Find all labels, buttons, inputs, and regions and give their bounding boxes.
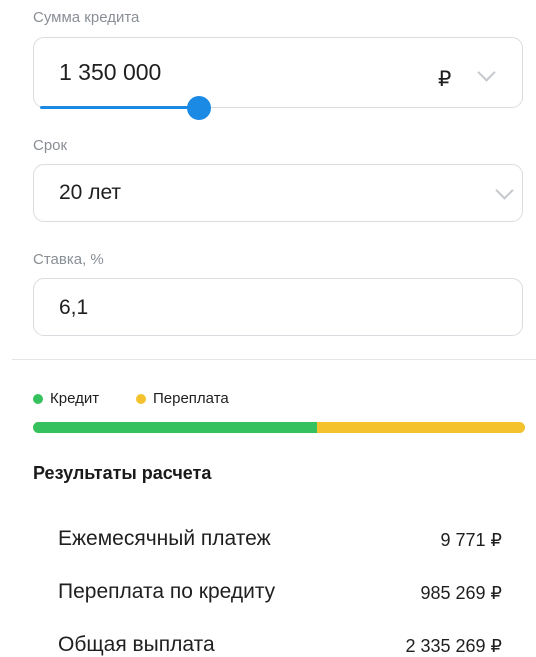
legend-credit-label: Кредит: [50, 390, 100, 407]
legend-overpay-label: Переплата: [153, 390, 229, 407]
amount-field[interactable]: 1 350 000 ₽: [33, 37, 523, 108]
term-select[interactable]: 20 лет: [33, 164, 523, 222]
term-label: Срок: [33, 137, 68, 154]
amount-value[interactable]: 1 350 000: [59, 59, 161, 86]
total-payment-value: 2 335 269 ₽: [405, 636, 502, 656]
amount-slider-handle[interactable]: [187, 96, 211, 120]
legend-overpay: Переплата: [136, 390, 229, 407]
legend-overpay-dot: [136, 393, 146, 404]
term-chevron-down-icon[interactable]: [495, 181, 514, 200]
monthly-payment-value: 9 771 ₽: [440, 530, 503, 550]
amount-label: Сумма кредита: [33, 9, 140, 26]
legend-credit: Кредит: [33, 390, 99, 407]
amount-slider-track[interactable]: [40, 106, 202, 109]
overpayment-value: 985 269 ₽: [420, 583, 502, 603]
legend-credit-dot: [33, 393, 43, 404]
currency-chevron-down-icon[interactable]: [477, 63, 496, 82]
term-value: 20 лет: [59, 181, 122, 204]
total-payment-label: Общая выплата: [58, 633, 215, 656]
results-title: Результаты расчета: [33, 463, 212, 483]
credit-bar-segment: [33, 422, 318, 433]
monthly-payment-label: Ежемесячный платеж: [58, 527, 271, 550]
currency-sign: ₽: [438, 68, 452, 91]
rate-label: Ставка, %: [33, 251, 104, 268]
rate-input[interactable]: 6,1: [33, 278, 523, 336]
divider: [12, 359, 536, 360]
overpayment-label: Переплата по кредиту: [58, 580, 276, 603]
payment-breakdown-bar: [33, 422, 525, 433]
rate-value[interactable]: 6,1: [59, 296, 88, 320]
